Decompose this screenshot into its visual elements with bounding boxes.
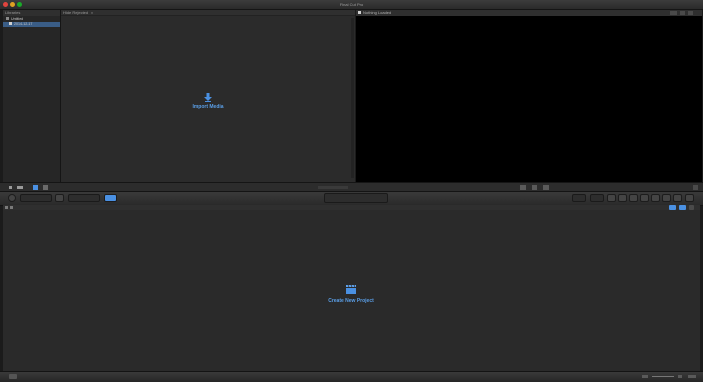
retime-menu[interactable] [590,194,604,202]
create-project-area[interactable]: Create New Project [3,210,700,371]
viewer-header: Nothing Loaded [356,10,702,16]
timeline-pane: Create New Project [3,205,700,371]
music-and-sound-button[interactable] [629,194,638,202]
clip-appearance-icon[interactable] [642,375,648,378]
libraries-header: Libraries [3,10,60,16]
event-item-2014-12-17[interactable]: 2014-12-17 [3,22,60,27]
viewer-options[interactable] [666,11,698,15]
import-button[interactable] [20,194,52,202]
viewer-pane: Nothing Loaded [356,10,702,182]
fullscreen-icon[interactable] [693,185,698,190]
libraries-pane: Libraries Untitled 2014-12-17 [3,10,61,182]
clip-appearance-button[interactable] [688,375,696,378]
play-forward-icon[interactable] [543,185,549,190]
browser-pane: Hide Rejected ▾ Import Media [61,10,355,182]
main-toolbar [0,191,703,206]
timeline-index-button[interactable] [9,374,17,379]
appearance-icon[interactable] [9,186,12,189]
viewer-title: Nothing Loaded [363,10,392,15]
inspector-button[interactable] [607,194,616,202]
record-voiceover-button[interactable] [8,194,16,202]
library-icon [6,17,9,20]
themes-button[interactable] [673,194,682,202]
play-backward-icon[interactable] [520,185,526,190]
view-menu[interactable] [680,11,685,15]
title-bar: Final Cut Pro [0,0,703,10]
import-media-label: Import Media [192,104,224,110]
chevron-down-icon: ▾ [91,11,93,15]
edit-buttons-group[interactable] [68,194,100,202]
timeline-history-forward[interactable] [10,206,13,209]
zoom-in-icon[interactable] [678,375,682,378]
browser-scrollbar[interactable] [351,18,354,178]
generators-button[interactable] [662,194,671,202]
effects-button[interactable] [640,194,649,202]
dashboard [324,193,388,203]
libraries-button[interactable] [618,194,627,202]
clapperboard-icon [346,285,356,294]
clip-view-menu[interactable] [17,186,23,189]
settings-menu[interactable] [688,11,693,15]
event-star-icon [9,22,12,25]
timeline-zoom-slider[interactable] [652,376,674,377]
select-tool-menu[interactable] [104,194,117,202]
keyword-editor-button[interactable] [55,194,64,202]
status-bar [0,371,703,382]
enhancements-menu[interactable] [572,194,586,202]
zoom-menu[interactable] [670,11,677,15]
browser-filter-label: Hide Rejected [63,10,89,15]
list-view-button[interactable] [43,185,48,190]
library-item-label: Untitled [11,17,24,21]
event-item-label: 2014-12-17 [14,22,33,26]
window-title: Final Cut Pro [339,2,364,7]
down-arrow-icon [204,93,212,102]
timeline-history-back[interactable] [5,206,8,209]
filmstrip-view-button[interactable] [33,185,38,190]
titles-button[interactable] [651,194,660,202]
play-icon[interactable] [532,185,537,190]
import-media-area[interactable]: Import Media [61,16,355,182]
viewer-window-icon [358,11,361,14]
browser-zoom-control[interactable] [318,186,348,189]
create-new-project-label: Create New Project [328,298,374,304]
transitions-button[interactable] [685,194,694,202]
